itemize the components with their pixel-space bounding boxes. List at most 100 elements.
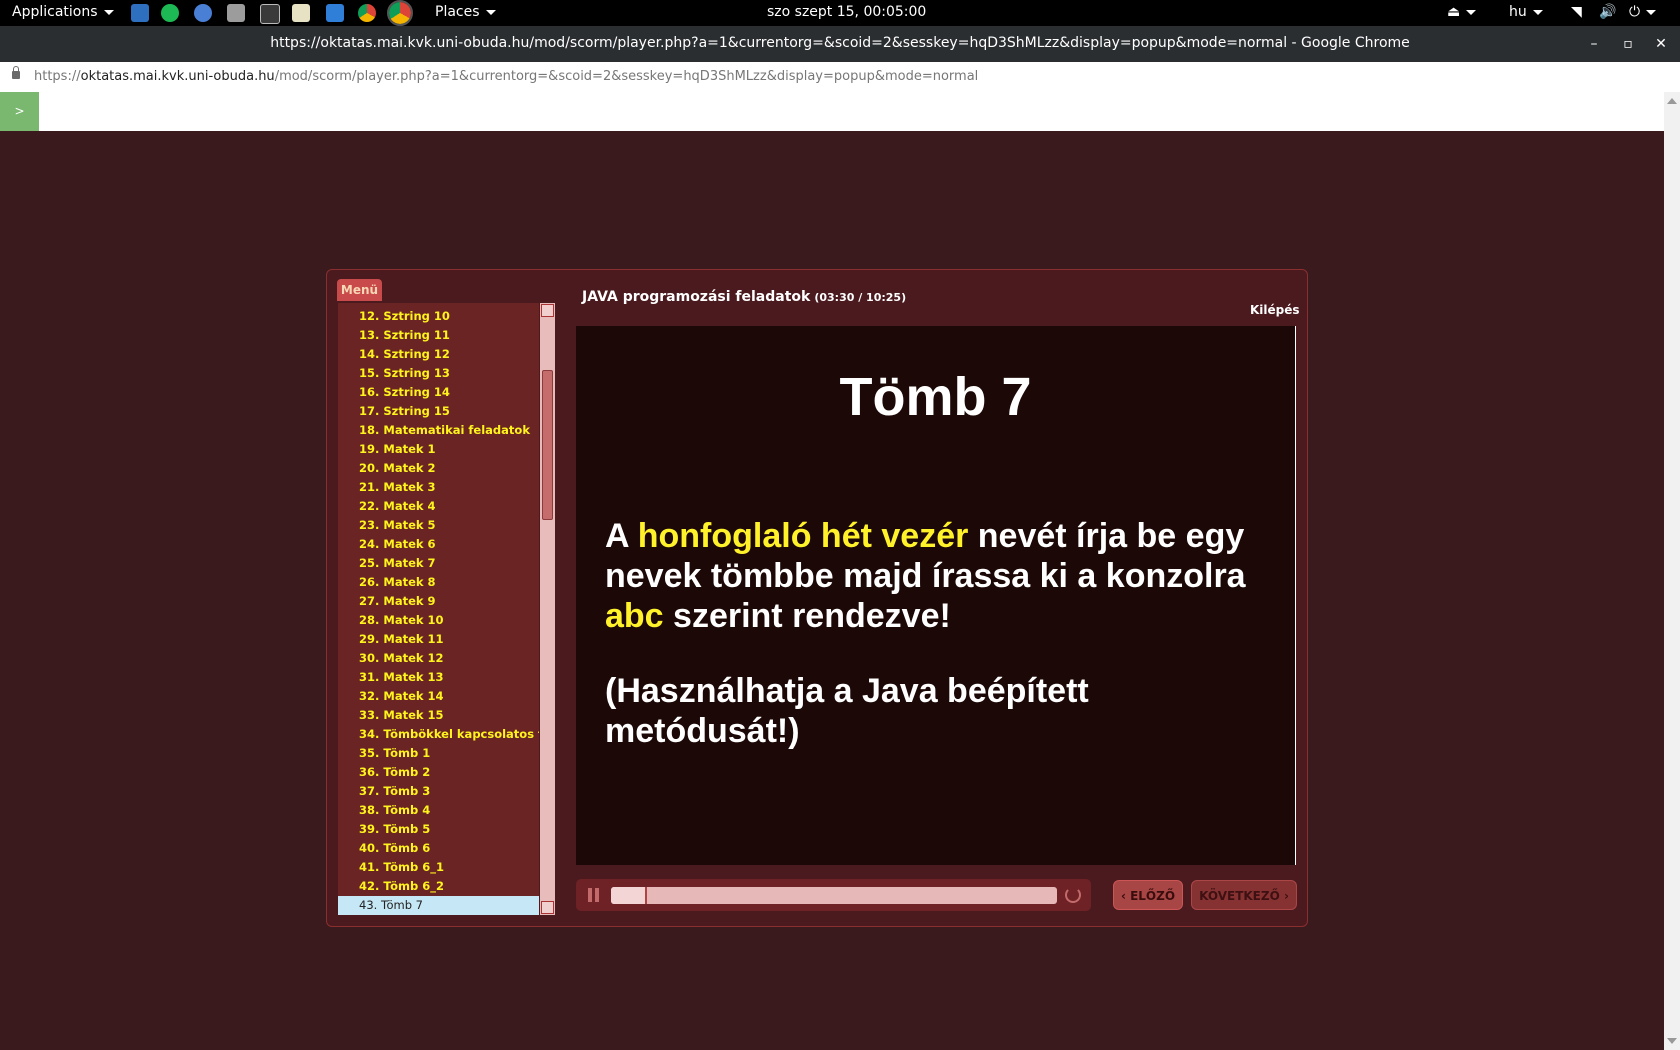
toc-toggle-button[interactable]: > xyxy=(0,92,39,131)
volume-icon[interactable]: 🔊 xyxy=(1599,4,1616,20)
chrome-icon[interactable] xyxy=(358,4,376,22)
address-bar[interactable]: https://oktatas.mai.kvk.uni-obuda.hu/mod… xyxy=(0,62,1680,93)
minimize-icon[interactable]: – xyxy=(1584,34,1604,54)
wifi-icon[interactable]: ◥ xyxy=(1571,4,1582,20)
menu-item-number: 41. xyxy=(359,860,380,874)
menu-item-text: Matek 13 xyxy=(383,670,444,684)
url[interactable]: https://oktatas.mai.kvk.uni-obuda.hu/mod… xyxy=(34,69,978,84)
menu-item[interactable]: 26. Matek 8 xyxy=(338,573,539,592)
menu-item[interactable]: 16. Sztring 14 xyxy=(338,383,539,402)
menu-item-label: 40. Tömb 6 xyxy=(359,839,430,858)
spotify-icon[interactable] xyxy=(161,4,179,22)
url-scheme: https:// xyxy=(34,69,81,84)
menu-item-label: 22. Matek 4 xyxy=(359,497,436,516)
playback-control-bar xyxy=(576,879,1091,911)
system-monitor-icon[interactable] xyxy=(326,4,344,22)
menu-item[interactable]: 15. Sztring 13 xyxy=(338,364,539,383)
menu-item[interactable]: 34. Tömbökkel kapcsolatos f... xyxy=(338,725,539,744)
menu-item-number: 32. xyxy=(359,689,380,703)
menu-item-text: Matek 6 xyxy=(383,537,436,551)
menu-item-text: Tömb 3 xyxy=(383,784,431,798)
menu-item-label: 15. Sztring 13 xyxy=(359,364,450,383)
menu-item[interactable]: 42. Tömb 6_2 xyxy=(338,877,539,896)
scroll-up-icon[interactable] xyxy=(541,304,554,317)
menu-item[interactable]: 39. Tömb 5 xyxy=(338,820,539,839)
scroll-down-icon[interactable] xyxy=(541,901,554,914)
menu-item[interactable]: 13. Sztring 11 xyxy=(338,326,539,345)
menu-item[interactable]: 38. Tömb 4 xyxy=(338,801,539,820)
clock[interactable]: szo szept 15, 00:05:00 xyxy=(767,4,926,20)
menu-item[interactable]: 19. Matek 1 xyxy=(338,440,539,459)
menu-item-number: 14. xyxy=(359,347,380,361)
menu-item[interactable]: 37. Tömb 3 xyxy=(338,782,539,801)
menu-item-text: Matek 2 xyxy=(383,461,436,475)
menu-item[interactable]: 14. Sztring 12 xyxy=(338,345,539,364)
keyboard-layout-menu[interactable]: hu xyxy=(1509,4,1543,20)
menu-item-text: Sztring 14 xyxy=(383,385,450,399)
menu-item[interactable]: 22. Matek 4 xyxy=(338,497,539,516)
replay-icon[interactable] xyxy=(1065,887,1081,903)
menu-item[interactable]: 21. Matek 3 xyxy=(338,478,539,497)
menu-scroll-thumb[interactable] xyxy=(542,370,553,520)
menu-item-number: 33. xyxy=(359,708,380,722)
places-menu[interactable]: Places xyxy=(435,4,496,20)
menu-item-number: 17. xyxy=(359,404,380,418)
menu-item[interactable]: 12. Sztring 10 xyxy=(338,307,539,326)
menu-item[interactable]: 27. Matek 9 xyxy=(338,592,539,611)
chrome-active-icon[interactable] xyxy=(387,0,413,26)
applications-menu[interactable]: Applications xyxy=(12,4,114,20)
menu-item[interactable]: 25. Matek 7 xyxy=(338,554,539,573)
menu-item-label: 26. Matek 8 xyxy=(359,573,436,592)
menu-item[interactable]: 23. Matek 5 xyxy=(338,516,539,535)
close-icon[interactable]: ✕ xyxy=(1651,34,1671,54)
menu-item[interactable]: 17. Sztring 15 xyxy=(338,402,539,421)
menu-item[interactable]: 20. Matek 2 xyxy=(338,459,539,478)
scroll-down-icon[interactable] xyxy=(1667,1038,1677,1044)
slide-title: Tömb 7 xyxy=(839,367,1032,427)
menu-tab[interactable]: Menü xyxy=(337,279,382,301)
pause-icon[interactable] xyxy=(588,888,599,902)
files-icon[interactable] xyxy=(131,4,149,22)
menu-item[interactable]: 40. Tömb 6 xyxy=(338,839,539,858)
menu-item[interactable]: 28. Matek 10 xyxy=(338,611,539,630)
terminal-icon[interactable] xyxy=(260,4,280,24)
next-button[interactable]: KÖVETKEZŐ › xyxy=(1191,880,1297,910)
menu-item-number: 37. xyxy=(359,784,380,798)
menu-item[interactable]: 36. Tömb 2 xyxy=(338,763,539,782)
scroll-up-icon[interactable] xyxy=(1667,98,1677,104)
url-host: oktatas.mai.kvk.uni-obuda.hu xyxy=(80,69,275,84)
menu-scrollbar[interactable] xyxy=(540,303,555,915)
menu-item[interactable]: 18. Matematikai feladatok xyxy=(338,421,539,440)
menu-item-label: 16. Sztring 14 xyxy=(359,383,450,402)
applications-label: Applications xyxy=(12,4,98,20)
text-editor-icon[interactable] xyxy=(292,4,310,22)
photo-app-icon[interactable] xyxy=(227,4,245,22)
previous-button[interactable]: ‹ ELŐZŐ xyxy=(1113,880,1183,910)
menu-item-number: 27. xyxy=(359,594,380,608)
menu-item-number: 36. xyxy=(359,765,380,779)
menu-item-label: 38. Tömb 4 xyxy=(359,801,430,820)
exit-link[interactable]: Kilépés xyxy=(1250,303,1300,317)
menu-item[interactable]: 32. Matek 14 xyxy=(338,687,539,706)
page-scrollbar[interactable] xyxy=(1664,92,1680,1050)
eject-menu[interactable]: ⏏ xyxy=(1447,4,1477,20)
menu-item[interactable]: 43. Tömb 7 xyxy=(338,896,539,915)
menu-item[interactable]: 41. Tömb 6_1 xyxy=(338,858,539,877)
menu-item-text: Tömbökkel kapcsolatos f... xyxy=(383,727,539,741)
menu-item-label: 24. Matek 6 xyxy=(359,535,436,554)
lock-icon[interactable] xyxy=(12,66,20,79)
power-menu[interactable]: ⏻ xyxy=(1629,4,1657,20)
maximize-icon[interactable]: ▫ xyxy=(1618,34,1638,54)
menu-item[interactable]: 30. Matek 12 xyxy=(338,649,539,668)
course-title-text: JAVA programozási feladatok xyxy=(582,289,811,305)
menu-item-number: 22. xyxy=(359,499,380,513)
menu-item[interactable]: 35. Tömb 1 xyxy=(338,744,539,763)
menu-item[interactable]: 33. Matek 15 xyxy=(338,706,539,725)
menu-item-text: Matematikai feladatok xyxy=(383,423,530,437)
menu-item[interactable]: 24. Matek 6 xyxy=(338,535,539,554)
menu-item[interactable]: 31. Matek 13 xyxy=(338,668,539,687)
progress-bar[interactable] xyxy=(611,887,1057,904)
menu-item-text: Tömb 1 xyxy=(383,746,431,760)
menu-item[interactable]: 29. Matek 11 xyxy=(338,630,539,649)
chromium-icon[interactable] xyxy=(194,4,212,22)
